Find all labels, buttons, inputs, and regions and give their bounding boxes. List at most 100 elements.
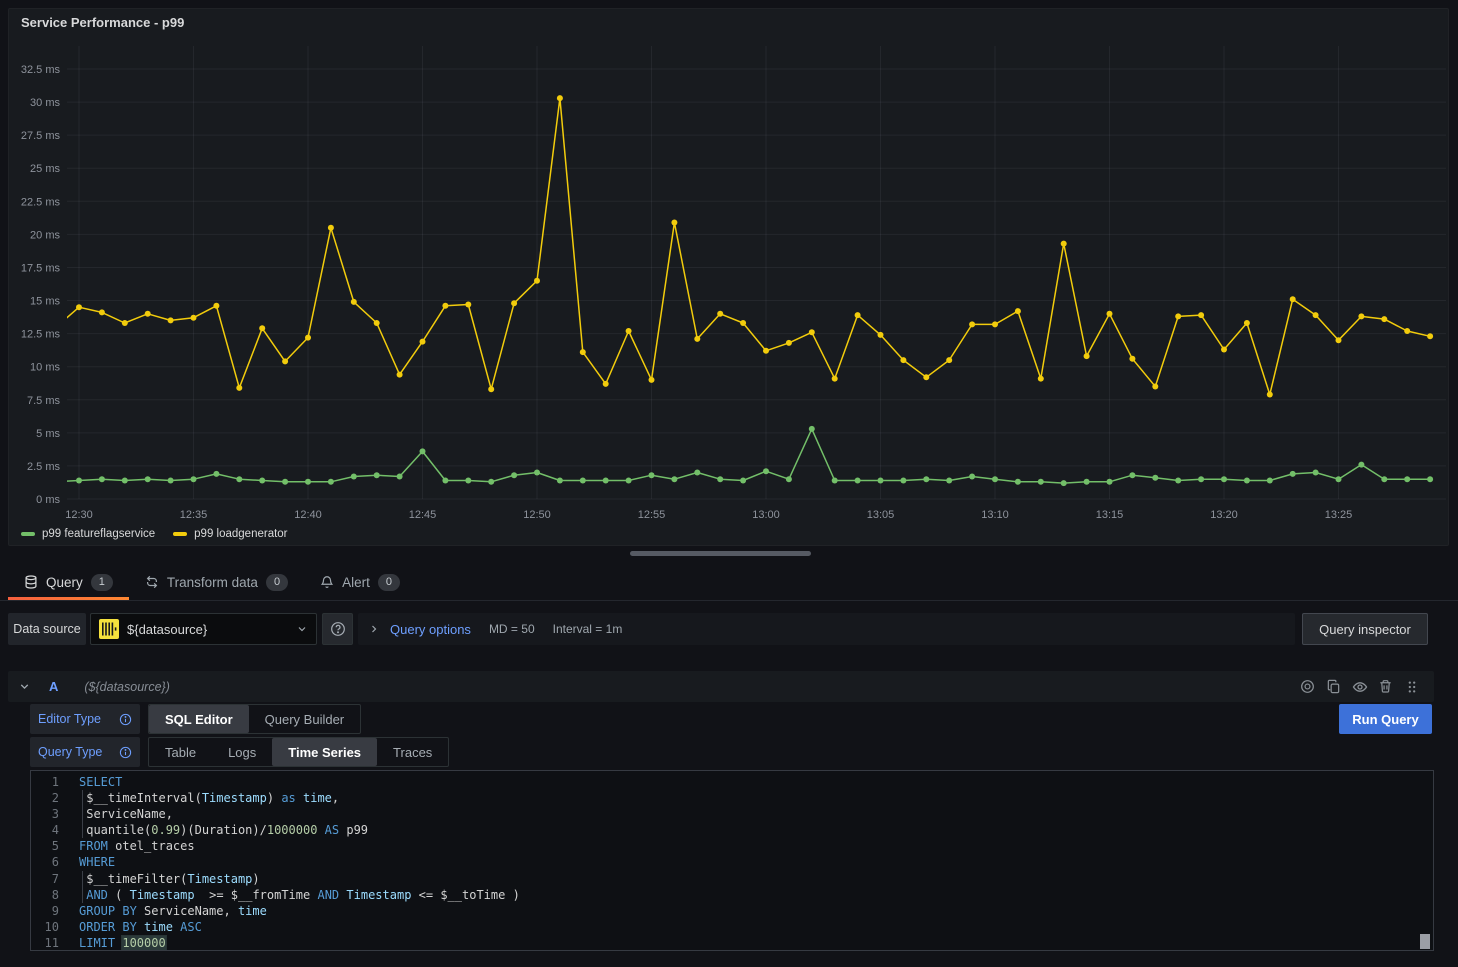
data-point (168, 478, 174, 484)
data-point (1198, 476, 1204, 482)
chevron-down-icon (296, 623, 308, 635)
data-point (1358, 313, 1364, 319)
data-point (213, 303, 219, 309)
query-count-badge: 1 (91, 574, 113, 591)
data-point (328, 225, 334, 231)
p99-chart[interactable]: 0 ms2.5 ms5 ms7.5 ms10 ms12.5 ms15 ms17.… (9, 9, 1448, 545)
data-point (1015, 479, 1021, 485)
data-point (191, 476, 197, 482)
data-point (465, 478, 471, 484)
data-point (1244, 320, 1250, 326)
data-point (76, 304, 82, 310)
query-row-header[interactable]: A (${datasource}) (8, 671, 1434, 702)
data-point (1244, 478, 1250, 484)
data-point (305, 479, 311, 485)
data-point (900, 478, 906, 484)
datasource-help-button[interactable] (322, 613, 353, 645)
x-axis-label: 13:25 (1325, 509, 1353, 521)
bell-icon (320, 575, 334, 589)
data-point (1381, 316, 1387, 322)
database-icon (24, 575, 38, 589)
data-point (351, 474, 357, 480)
line-number: 10 (31, 919, 75, 935)
run-query-button[interactable]: Run Query (1339, 704, 1432, 734)
data-point (282, 358, 288, 364)
datasource-picker[interactable]: ${datasource} (90, 613, 317, 645)
x-axis-label: 13:20 (1210, 509, 1238, 521)
code-line: 7 $__timeFilter(Timestamp) (31, 871, 1433, 887)
query-type-option-time-series[interactable]: Time Series (272, 738, 377, 766)
query-type-option-logs[interactable]: Logs (212, 738, 272, 766)
query-type-option-table[interactable]: Table (149, 738, 212, 766)
chevron-down-icon[interactable] (18, 680, 31, 693)
data-point (740, 478, 746, 484)
tab-label: Transform data (167, 575, 258, 590)
data-point (878, 478, 884, 484)
query-options-toggle[interactable]: Query options (390, 622, 471, 637)
record-circle-icon[interactable] (1299, 678, 1316, 695)
code-line: 4 quantile(0.99)(Duration)/1000000 AS p9… (31, 822, 1433, 838)
info-circle-icon[interactable] (119, 746, 132, 759)
data-point (122, 320, 128, 326)
y-axis-label: 30 ms (30, 97, 60, 109)
data-point (763, 468, 769, 474)
query-inspector-button[interactable]: Query inspector (1302, 613, 1428, 645)
chart-legend: p99 featureflagservice p99 loadgenerator (21, 528, 288, 540)
data-point (122, 478, 128, 484)
data-point (305, 335, 311, 341)
data-point (1061, 480, 1067, 486)
tab-transform-data[interactable]: Transform data 0 (129, 564, 304, 600)
data-point (1221, 347, 1227, 353)
data-point (442, 478, 448, 484)
drag-handle-icon[interactable] (1403, 678, 1420, 695)
data-point (740, 320, 746, 326)
y-axis-label: 22.5 ms (21, 196, 61, 208)
query-type-option-traces[interactable]: Traces (377, 738, 448, 766)
data-point (1427, 476, 1433, 482)
data-point (374, 320, 380, 326)
y-axis-label: 15 ms (30, 296, 60, 308)
legend-item-featureflagservice[interactable]: p99 featureflagservice (21, 528, 155, 540)
code-line: 5FROM otel_traces (31, 838, 1433, 854)
data-point (946, 478, 952, 484)
interval-value: Interval = 1m (553, 622, 623, 636)
copy-icon[interactable] (1325, 678, 1342, 695)
data-point (397, 372, 403, 378)
max-datapoints-value: MD = 50 (489, 622, 535, 636)
y-axis-label: 32.5 ms (21, 64, 61, 76)
data-point (1015, 308, 1021, 314)
x-axis-label: 12:35 (180, 509, 208, 521)
line-number: 11 (31, 935, 75, 951)
x-axis-label: 13:00 (752, 509, 780, 521)
data-point (351, 299, 357, 305)
tab-alert[interactable]: Alert 0 (304, 564, 416, 600)
eye-icon[interactable] (1351, 678, 1368, 695)
tab-query[interactable]: Query 1 (8, 564, 129, 600)
chevron-right-icon[interactable] (368, 623, 380, 635)
data-point (649, 472, 655, 478)
horizontal-scrollbar[interactable] (630, 551, 811, 556)
tab-label: Query (46, 575, 83, 590)
data-point (626, 328, 632, 334)
data-point (1404, 328, 1410, 334)
editor-type-row: Editor Type SQL Editor Query Builder (30, 704, 361, 734)
legend-swatch-green (21, 532, 35, 536)
legend-swatch-yellow (173, 532, 187, 536)
editor-scrollbar[interactable] (1420, 934, 1430, 949)
y-axis-label: 0 ms (36, 494, 60, 506)
data-point (717, 311, 723, 317)
trash-icon[interactable] (1377, 678, 1394, 695)
editor-type-option-sql-editor[interactable]: SQL Editor (149, 705, 249, 733)
sql-editor[interactable]: 1SELECT2 $__timeInterval(Timestamp) as t… (30, 770, 1434, 951)
data-point (1267, 478, 1273, 484)
data-point (786, 476, 792, 482)
data-point (1290, 471, 1296, 477)
editor-type-option-query-builder[interactable]: Query Builder (249, 705, 360, 733)
legend-item-loadgenerator[interactable]: p99 loadgenerator (173, 528, 287, 540)
x-axis-label: 12:55 (638, 509, 666, 521)
data-point (236, 476, 242, 482)
y-axis-label: 7.5 ms (27, 395, 61, 407)
info-circle-icon[interactable] (119, 713, 132, 726)
data-point (1107, 479, 1113, 485)
data-point (1198, 312, 1204, 318)
